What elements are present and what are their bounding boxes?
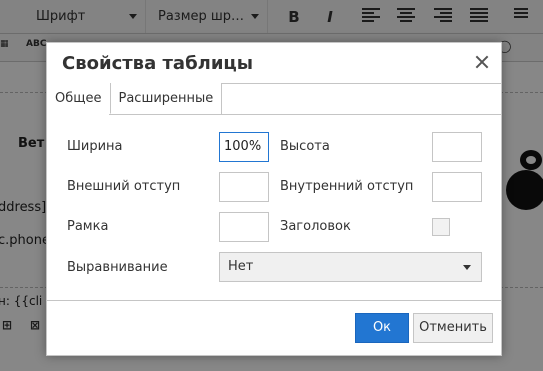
- close-icon[interactable]: [473, 53, 491, 71]
- border-input[interactable]: [219, 212, 269, 242]
- width-input[interactable]: 100%: [219, 132, 269, 162]
- caption-checkbox[interactable]: [432, 218, 450, 236]
- tab-advanced[interactable]: Расширенные: [110, 83, 223, 114]
- footer-divider: [47, 300, 501, 301]
- cellpadding-input[interactable]: [432, 172, 482, 202]
- chevron-down-icon: [463, 265, 471, 270]
- border-label: Рамка: [67, 219, 109, 234]
- ok-button[interactable]: Ок: [355, 313, 409, 343]
- cellspacing-label: Внешний отступ: [67, 179, 181, 194]
- tab-general[interactable]: Общее: [47, 83, 111, 114]
- tabs-divider: [109, 114, 501, 115]
- align-label: Выравнивание: [67, 260, 168, 275]
- cancel-button[interactable]: Отменить: [413, 313, 493, 343]
- height-label: Высота: [280, 139, 330, 154]
- align-select-value: Нет: [228, 259, 254, 274]
- cellspacing-input[interactable]: [219, 172, 269, 202]
- dialog-title: Свойства таблицы: [62, 53, 254, 74]
- caption-label: Заголовок: [280, 219, 351, 234]
- cellpadding-label: Внутренний отступ: [280, 179, 414, 194]
- width-label: Ширина: [67, 139, 123, 154]
- align-select[interactable]: Нет: [219, 252, 482, 282]
- height-input[interactable]: [432, 132, 482, 162]
- dialog-tabs: Общее Расширенные: [47, 83, 223, 114]
- table-properties-dialog: Свойства таблицы Общее Расширенные Ширин…: [46, 42, 502, 356]
